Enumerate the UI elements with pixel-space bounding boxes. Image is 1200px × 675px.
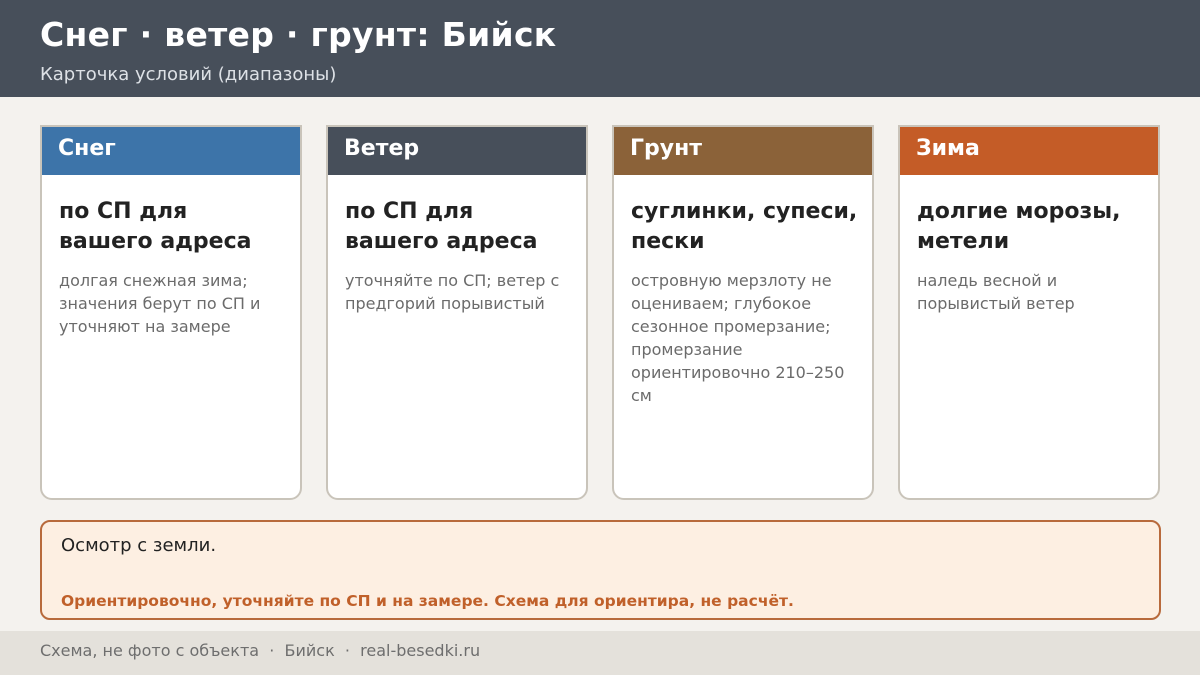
card-note: уточняйте по СП; ветер с предгорий порыв… — [345, 271, 560, 313]
disclaimer-box: Осмотр с земли. Ориентировочно, уточняйт… — [40, 520, 1161, 620]
page-title: Снег · ветер · грунт: Бийск — [40, 15, 557, 54]
card-winter: Зима долгие морозы, метели наледь весной… — [898, 125, 1160, 500]
card-ground: Грунт суглинки, супеси, пески островную … — [612, 125, 874, 500]
card-heading: Снег — [42, 127, 300, 175]
card-note: островную мерзлоту не оцениваем; глубоко… — [631, 271, 845, 405]
page-subtitle: Карточка условий (диапазоны) — [40, 64, 337, 85]
card-heading: Ветер — [328, 127, 586, 175]
header-bar: Снег · ветер · грунт: Бийск Карточка усл… — [0, 0, 1200, 97]
card-wind: Ветер по СП для вашего адреса уточняйте … — [326, 125, 588, 500]
card-value: по СП для вашего адреса — [59, 199, 252, 254]
footer-bar: Схема, не фото с объекта · Бийск · real-… — [0, 631, 1200, 675]
card-value: долгие морозы, метели — [917, 199, 1121, 254]
card-heading: Зима — [900, 127, 1158, 175]
inspection-note: Осмотр с земли. — [61, 535, 217, 556]
card-heading: Грунт — [614, 127, 872, 175]
disclaimer-warning: Ориентировочно, уточняйте по СП и на зам… — [61, 592, 794, 610]
card-note: наледь весной и порывистый ветер — [917, 271, 1075, 313]
card-snow: Снег по СП для вашего адреса долгая снеж… — [40, 125, 302, 500]
card-note: долгая снежная зима; значения берут по С… — [59, 271, 261, 336]
footer-text: Схема, не фото с объекта · Бийск · real-… — [40, 641, 481, 660]
card-value: по СП для вашего адреса — [345, 199, 538, 254]
card-value: суглинки, супеси, пески — [631, 199, 858, 254]
